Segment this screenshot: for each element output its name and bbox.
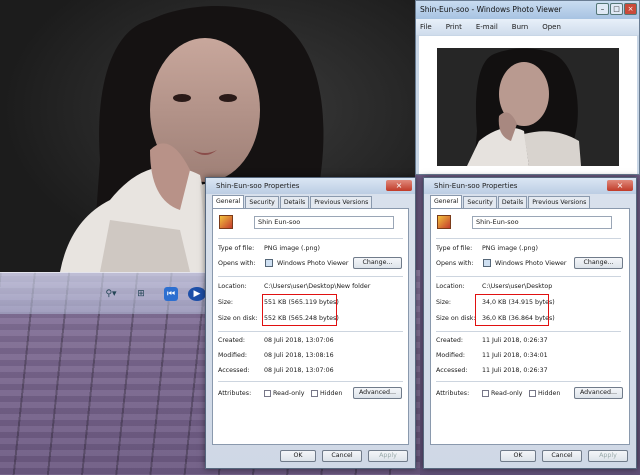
menu-open[interactable]: Open — [542, 23, 561, 31]
hidden-label: Hidden — [538, 390, 561, 397]
tab-security[interactable]: Security — [245, 196, 279, 208]
tab-previous-versions[interactable]: Previous Versions — [310, 196, 373, 208]
ok-button[interactable]: OK — [280, 450, 316, 462]
menu-file[interactable]: File — [420, 23, 432, 31]
close-icon[interactable]: × — [607, 180, 633, 191]
dialog-title: Shin-Eun-soo Properties — [424, 178, 636, 194]
modified-value: 11 Juli 2018, 0:34:01 — [482, 352, 548, 359]
tab-details[interactable]: Details — [279, 196, 310, 208]
read-only-label: Read-only — [491, 390, 523, 397]
photo-viewer-icon — [483, 259, 491, 267]
read-only-checkbox[interactable] — [482, 390, 489, 397]
ok-button[interactable]: OK — [500, 450, 536, 462]
advanced-button[interactable]: Advanced... — [574, 387, 623, 399]
advanced-button[interactable]: Advanced... — [353, 387, 402, 399]
photo-viewer-canvas — [419, 36, 637, 174]
divider — [436, 238, 621, 239]
png-file-icon — [437, 215, 451, 229]
created-value: 11 Juli 2018, 0:26:37 — [482, 337, 548, 344]
close-icon[interactable]: × — [386, 180, 412, 191]
type-value: PNG image (.png) — [482, 245, 538, 252]
modified-label: Modified: — [218, 352, 247, 359]
attributes-label: Attributes: — [436, 390, 470, 397]
size-label: Size: — [218, 299, 234, 306]
photo-viewer-window: Shin-Eun-soo - Windows Photo Viewer – □ … — [415, 0, 640, 175]
tab-previous-versions[interactable]: Previous Versions — [528, 196, 591, 208]
type-label: Type of file: — [218, 245, 255, 252]
viewer-portrait-image — [437, 48, 619, 166]
location-value: C:\Users\user\Desktop — [482, 283, 553, 290]
cancel-button[interactable]: Cancel — [322, 450, 362, 462]
divider — [436, 276, 621, 277]
accessed-label: Accessed: — [436, 367, 468, 374]
properties-dialog-right: Shin-Eun-soo Properties × General Securi… — [423, 177, 637, 469]
tab-bar: General Security Details Previous Versio… — [212, 195, 373, 208]
divider — [436, 381, 621, 382]
divider — [218, 381, 403, 382]
photo-viewer-controls: ⚲▾ ⊞ ⏮ ▶ — [0, 272, 210, 314]
file-name-input[interactable]: Shin-Eun-soo — [472, 216, 612, 229]
accessed-value: 11 Juli 2018, 0:26:37 — [482, 367, 548, 374]
change-button[interactable]: Change... — [574, 257, 623, 269]
accessed-value: 08 Juli 2018, 13:07:06 — [264, 367, 334, 374]
divider — [436, 331, 621, 332]
zoom-button[interactable]: ⚲▾ — [100, 287, 122, 301]
tab-bar: General Security Details Previous Versio… — [430, 195, 591, 208]
type-value: PNG image (.png) — [264, 245, 320, 252]
apply-button[interactable]: Apply — [588, 450, 628, 462]
general-panel: Shin Eun-soo Type of file: PNG image (.pn… — [212, 208, 409, 445]
menu-burn[interactable]: Burn — [512, 23, 528, 31]
photo-viewer-icon — [265, 259, 273, 267]
opens-value: Windows Photo Viewer — [277, 260, 349, 267]
size-highlight-box — [262, 294, 337, 326]
slideshow-icon[interactable]: ▶ — [188, 287, 206, 301]
previous-icon[interactable]: ⏮ — [164, 287, 178, 301]
created-value: 08 Juli 2018, 13:07:06 — [264, 337, 334, 344]
close-icon[interactable]: × — [624, 3, 637, 15]
opens-label: Opens with: — [436, 260, 474, 267]
opens-value: Windows Photo Viewer — [495, 260, 567, 267]
change-button[interactable]: Change... — [353, 257, 402, 269]
tab-general[interactable]: General — [212, 195, 245, 208]
properties-dialog-left: Shin-Eun-soo Properties × General Securi… — [205, 177, 416, 469]
modified-label: Modified: — [436, 352, 465, 359]
cancel-button[interactable]: Cancel — [542, 450, 582, 462]
opens-label: Opens with: — [218, 260, 256, 267]
hidden-label: Hidden — [320, 390, 343, 397]
read-only-label: Read-only — [273, 390, 305, 397]
minimize-icon[interactable]: – — [596, 3, 609, 15]
menu-email[interactable]: E-mail — [476, 23, 498, 31]
dialog-title: Shin-Eun-soo Properties — [206, 178, 415, 194]
divider — [218, 331, 403, 332]
apply-button[interactable]: Apply — [368, 450, 408, 462]
attributes-label: Attributes: — [218, 390, 252, 397]
location-label: Location: — [436, 283, 465, 290]
created-label: Created: — [218, 337, 246, 344]
size-highlight-box — [475, 294, 549, 326]
modified-value: 08 Juli 2018, 13:08:16 — [264, 352, 334, 359]
read-only-checkbox[interactable] — [264, 390, 271, 397]
divider — [218, 276, 403, 277]
location-label: Location: — [218, 283, 247, 290]
png-file-icon — [219, 215, 233, 229]
maximize-icon[interactable]: □ — [610, 3, 623, 15]
type-label: Type of file: — [436, 245, 473, 252]
menu-print[interactable]: Print — [446, 23, 462, 31]
tab-security[interactable]: Security — [463, 196, 497, 208]
divider — [218, 238, 403, 239]
hidden-checkbox[interactable] — [311, 390, 318, 397]
tab-general[interactable]: General — [430, 195, 463, 208]
created-label: Created: — [436, 337, 464, 344]
fit-window-icon[interactable]: ⊞ — [134, 287, 148, 301]
hidden-checkbox[interactable] — [529, 390, 536, 397]
accessed-label: Accessed: — [218, 367, 250, 374]
location-value: C:\Users\user\Desktop\New folder — [264, 283, 371, 290]
photo-viewer-menu: File Print E-mail Burn Open — [416, 19, 639, 35]
general-panel: Shin-Eun-soo Type of file: PNG image (.pn… — [430, 208, 630, 445]
disk-size-label: Size on disk: — [218, 315, 258, 322]
file-name-input[interactable]: Shin Eun-soo — [254, 216, 394, 229]
window-buttons: – □ × — [596, 3, 637, 15]
tab-details[interactable]: Details — [497, 196, 528, 208]
